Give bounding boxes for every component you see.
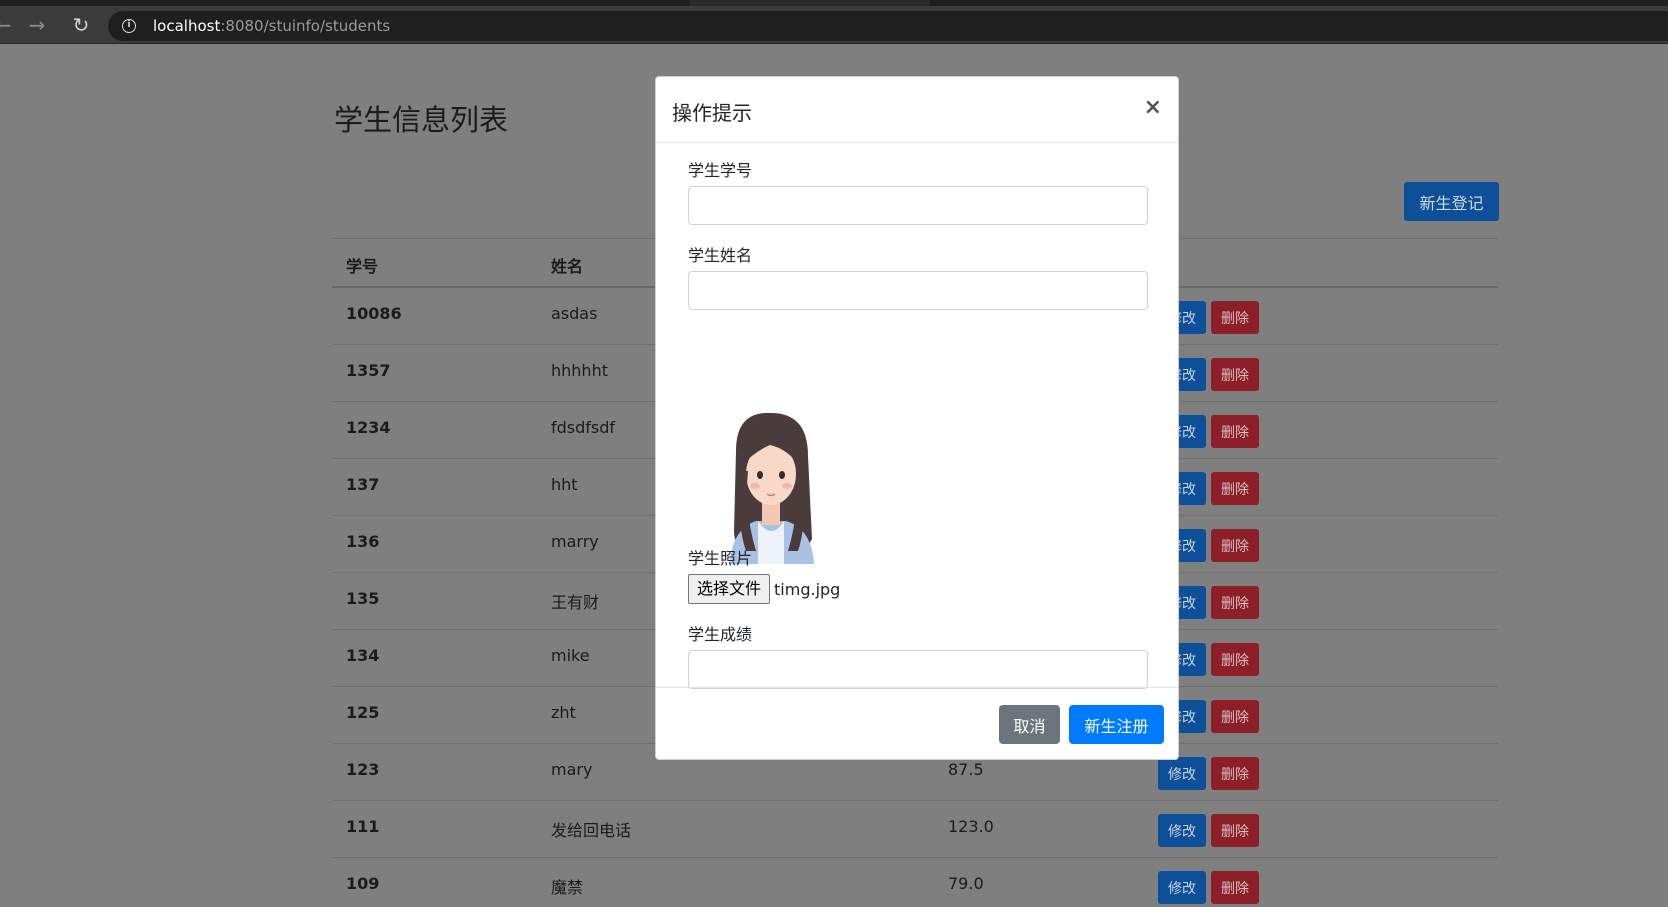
delete-button[interactable]: 删除: [1211, 358, 1259, 391]
table-row: 111 发给回电话 123.0 修改 删除: [332, 801, 1498, 858]
cancel-button[interactable]: 取消: [999, 705, 1060, 744]
column-header-id: 学号: [346, 257, 379, 276]
address-bar[interactable]: i localhost:8080/stuinfo/students: [108, 11, 1668, 41]
back-arrow-icon[interactable]: ←: [0, 12, 16, 38]
student-id-cell: 123: [346, 760, 380, 779]
student-name-cell: fdsdfsdf: [551, 418, 616, 437]
student-name-cell: mary: [551, 760, 593, 779]
forward-arrow-icon[interactable]: →: [24, 12, 50, 38]
close-icon[interactable]: ×: [1144, 95, 1162, 120]
student-id-cell: 109: [346, 874, 380, 893]
student-id-cell: 136: [346, 532, 380, 551]
student-score-cell: 123.0: [948, 817, 994, 836]
delete-button[interactable]: 删除: [1211, 586, 1259, 619]
page-title: 学生信息列表: [334, 103, 509, 137]
file-input[interactable]: 选择文件 timg.jpg: [688, 574, 840, 604]
delete-button[interactable]: 删除: [1211, 871, 1259, 904]
student-id-cell: 10086: [346, 304, 402, 323]
student-name-cell: hhhhht: [551, 361, 608, 380]
new-student-button[interactable]: 新生登记: [1404, 182, 1499, 221]
edit-button[interactable]: 修改: [1158, 871, 1206, 904]
student-name-cell: hht: [551, 475, 578, 494]
add-student-modal: 操作提示 × 学生学号 学生姓名 学生照片 选择文件 timg.jpg 学生成绩…: [655, 76, 1179, 760]
browser-toolbar: ← → ↻ i localhost:8080/stuinfo/students: [0, 6, 1668, 44]
student-id-cell: 1357: [346, 361, 391, 380]
table-row: 109 魔禁 79.0 修改 删除: [332, 858, 1498, 907]
student-name-input[interactable]: [688, 271, 1148, 310]
selected-file-name: timg.jpg: [774, 579, 841, 599]
student-id-cell: 134: [346, 646, 380, 665]
student-score-cell: 79.0: [948, 874, 984, 893]
student-name-cell: mike: [551, 646, 590, 665]
site-info-icon[interactable]: i: [122, 19, 136, 33]
reload-icon[interactable]: ↻: [68, 12, 94, 38]
url-text: localhost:8080/stuinfo/students: [153, 17, 390, 35]
modal-header: 操作提示 ×: [656, 77, 1178, 143]
choose-file-button[interactable]: 选择文件: [688, 574, 771, 604]
student-id-cell: 137: [346, 475, 380, 494]
edit-button[interactable]: 修改: [1158, 757, 1206, 790]
modal-title: 操作提示: [672, 101, 752, 125]
student-name-cell: 发给回电话: [551, 821, 632, 840]
delete-button[interactable]: 删除: [1211, 472, 1259, 505]
student-id-cell: 125: [346, 703, 380, 722]
student-name-cell: zht: [551, 703, 576, 722]
url-host: localhost: [153, 17, 221, 35]
student-score-input[interactable]: [688, 650, 1148, 689]
student-photo-label: 学生照片: [688, 549, 753, 568]
edit-button[interactable]: 修改: [1158, 814, 1206, 847]
student-id-cell: 111: [346, 817, 380, 836]
url-path: :8080/stuinfo/students: [220, 17, 391, 35]
student-score-cell: 87.5: [948, 760, 984, 779]
column-header-name: 姓名: [551, 257, 584, 276]
student-name-cell: asdas: [551, 304, 598, 323]
register-student-button[interactable]: 新生注册: [1069, 705, 1164, 744]
student-name-label: 学生姓名: [688, 246, 753, 265]
student-id-cell: 135: [346, 589, 380, 608]
student-name-cell: marry: [551, 532, 599, 551]
delete-button[interactable]: 删除: [1211, 814, 1259, 847]
student-id-input[interactable]: [688, 186, 1148, 225]
student-id-cell: 1234: [346, 418, 391, 437]
student-score-label: 学生成绩: [688, 625, 753, 644]
student-name-cell: 王有财: [551, 593, 600, 612]
delete-button[interactable]: 删除: [1211, 757, 1259, 790]
delete-button[interactable]: 删除: [1211, 301, 1259, 334]
delete-button[interactable]: 删除: [1211, 415, 1259, 448]
delete-button[interactable]: 删除: [1211, 643, 1259, 676]
student-name-cell: 魔禁: [551, 878, 584, 897]
delete-button[interactable]: 删除: [1211, 529, 1259, 562]
delete-button[interactable]: 删除: [1211, 700, 1259, 733]
student-photo-preview: [730, 412, 814, 564]
student-id-label: 学生学号: [688, 161, 753, 180]
modal-footer: 取消 新生注册: [656, 687, 1178, 759]
